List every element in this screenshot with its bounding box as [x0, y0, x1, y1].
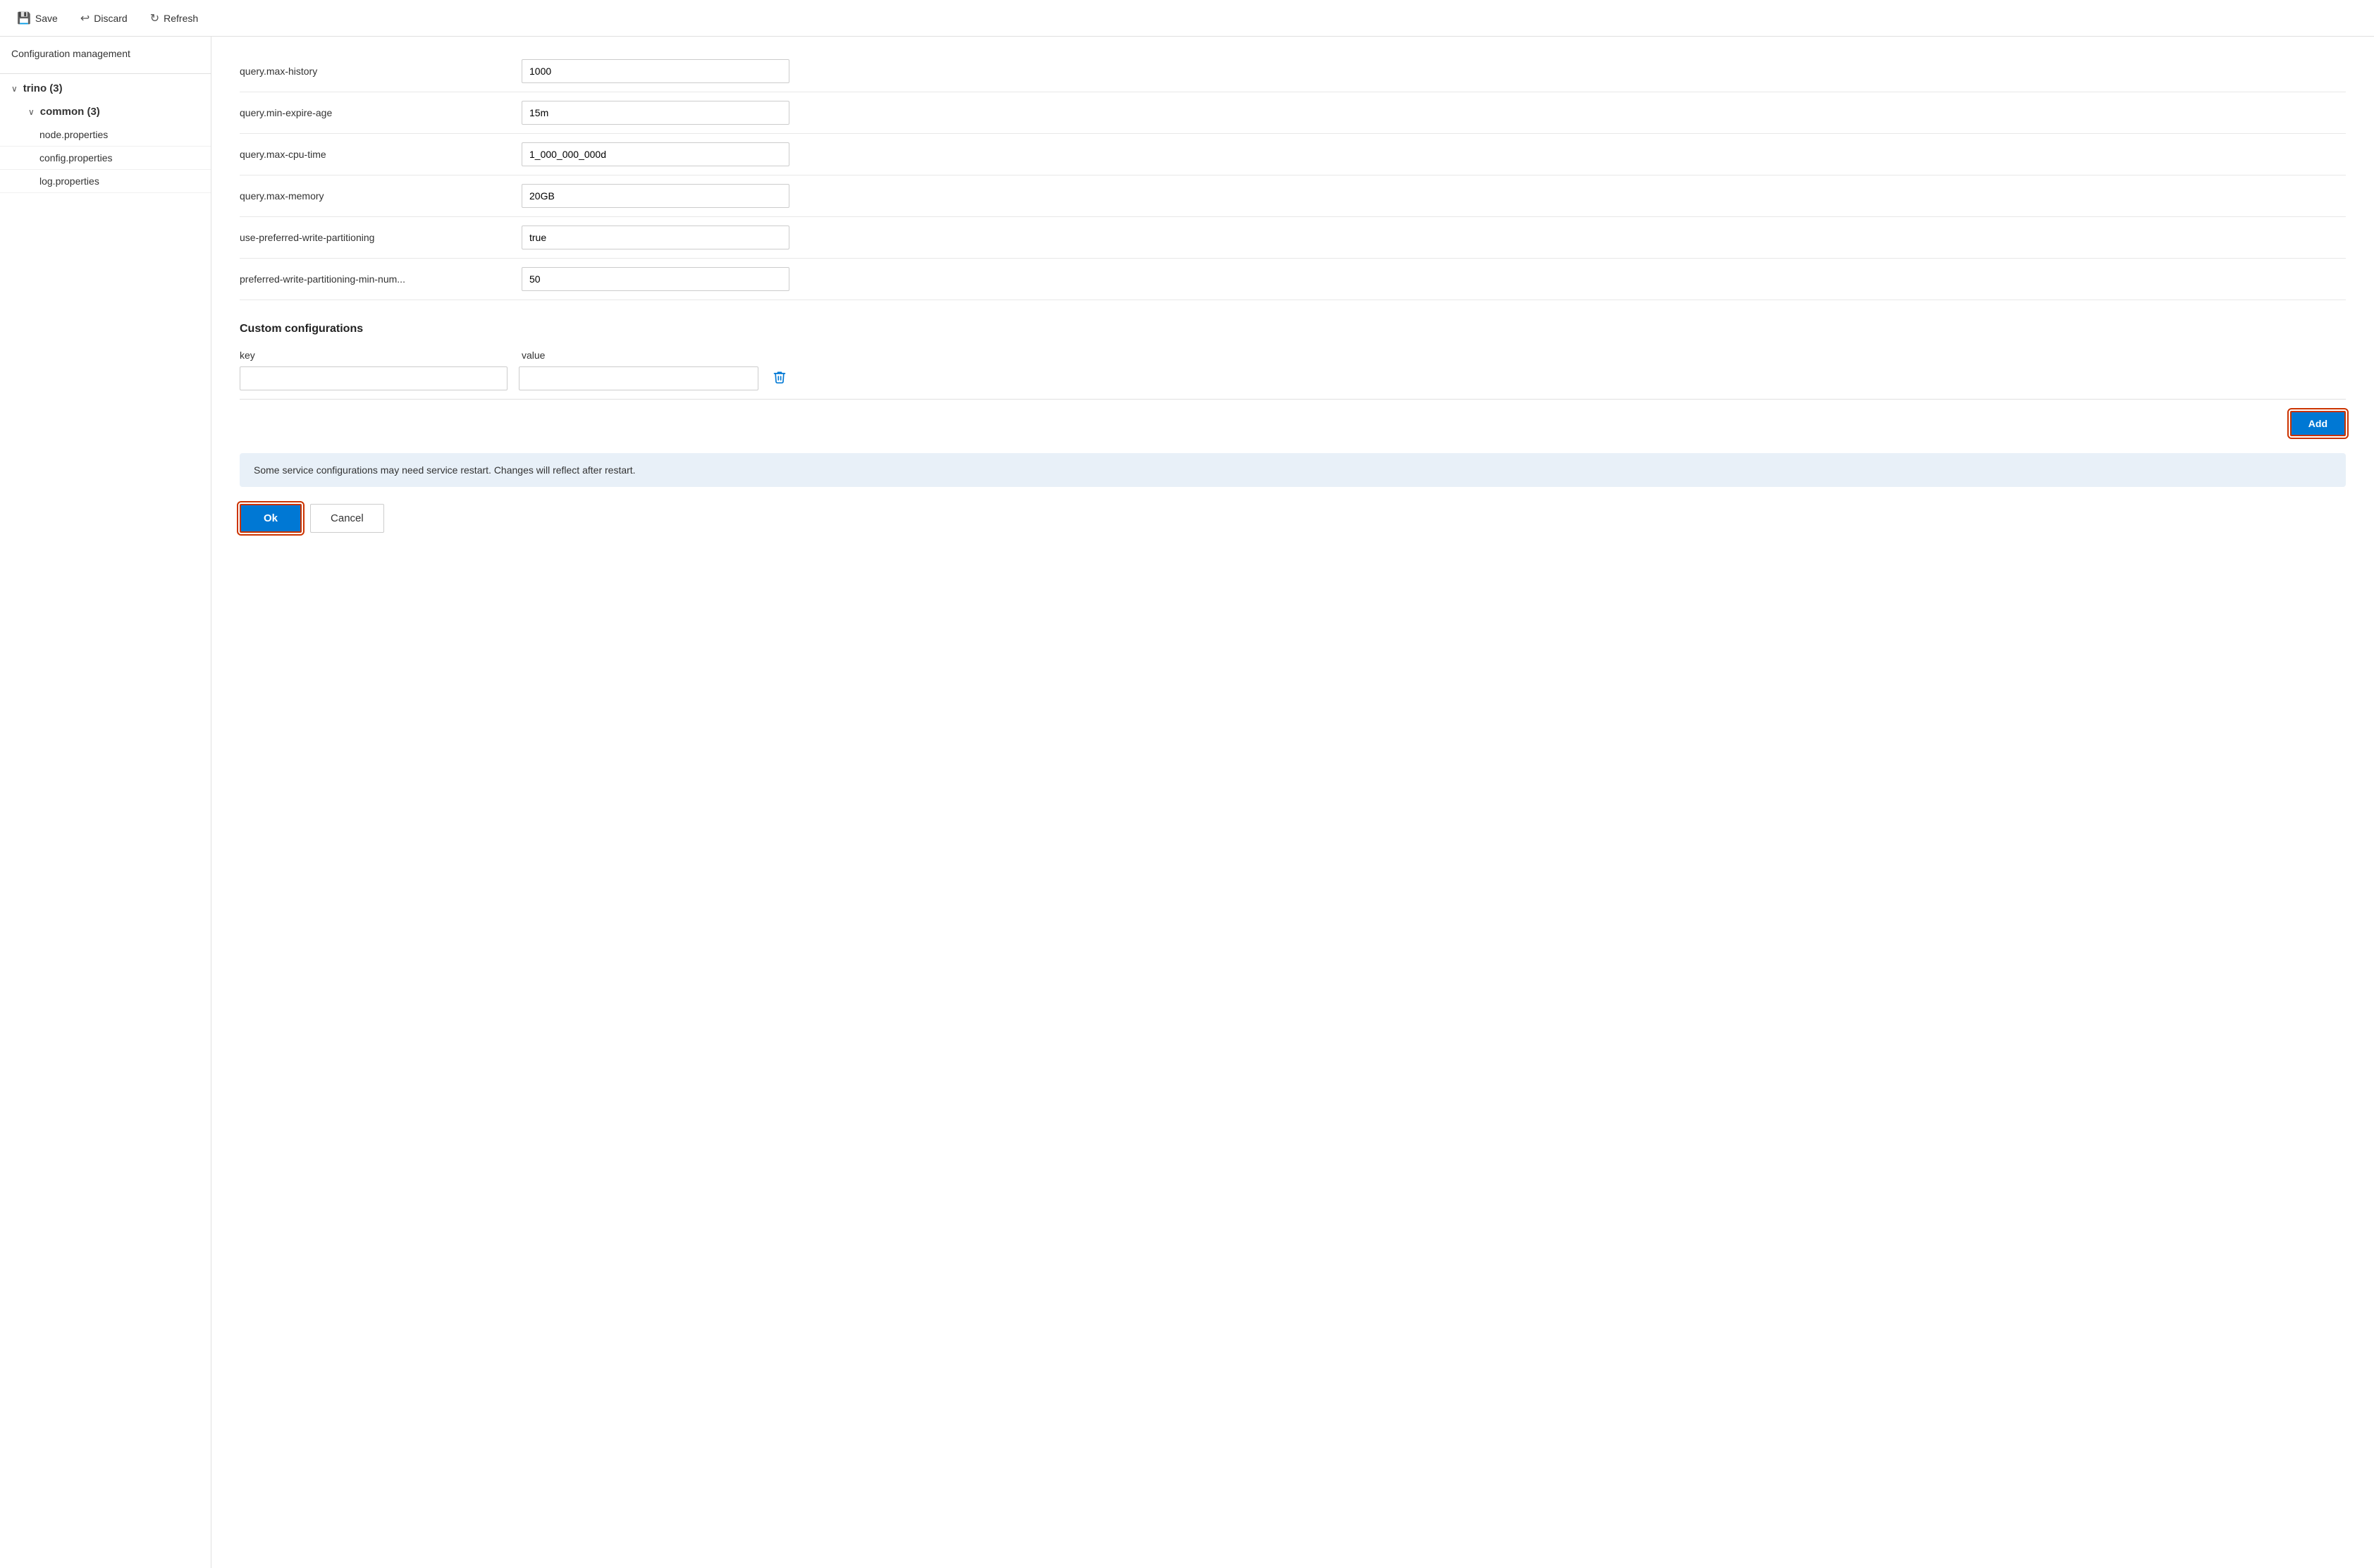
custom-config-row-0 — [240, 366, 2346, 390]
config-row-4: use-preferred-write-partitioning — [240, 217, 2346, 259]
config-key-2: query.max-cpu-time — [240, 149, 508, 160]
custom-config-headers: key value — [240, 350, 2346, 361]
ok-button[interactable]: Ok — [240, 504, 302, 533]
sidebar-item-common[interactable]: ∨ common (3) — [0, 100, 211, 123]
config-row-5: preferred-write-partitioning-min-num... — [240, 259, 2346, 300]
content-panel: query.max-history query.min-expire-age q… — [211, 37, 2374, 1568]
config-value-input-1[interactable] — [522, 101, 789, 125]
sidebar-title: Configuration management — [0, 48, 211, 70]
sidebar: Configuration management ∨ trino (3) ∨ c… — [0, 37, 211, 1568]
config-properties-label: config.properties — [39, 152, 113, 163]
chevron-down-icon-2: ∨ — [28, 107, 35, 117]
discard-button[interactable]: ↩ Discard — [75, 8, 133, 28]
config-value-input-4[interactable] — [522, 226, 789, 249]
add-button[interactable]: Add — [2290, 411, 2346, 436]
config-value-input-5[interactable] — [522, 267, 789, 291]
save-icon: 💾 — [17, 11, 31, 25]
config-key-4: use-preferred-write-partitioning — [240, 232, 508, 243]
toolbar: 💾 Save ↩ Discard ↻ Refresh — [0, 0, 2374, 37]
sidebar-item-node-properties[interactable]: node.properties — [0, 123, 211, 147]
trino-label: trino (3) — [23, 82, 63, 94]
config-rows: query.max-history query.min-expire-age q… — [240, 51, 2346, 300]
config-row-2: query.max-cpu-time — [240, 134, 2346, 175]
node-properties-label: node.properties — [39, 129, 108, 140]
save-button[interactable]: 💾 Save — [11, 8, 63, 28]
config-row-0: query.max-history — [240, 51, 2346, 92]
refresh-icon: ↻ — [150, 11, 159, 25]
save-label: Save — [35, 13, 58, 24]
config-key-1: query.min-expire-age — [240, 107, 508, 118]
custom-value-input-0[interactable] — [519, 366, 758, 390]
add-row-container: Add — [240, 399, 2346, 436]
info-banner: Some service configurations may need ser… — [240, 453, 2346, 487]
config-value-input-0[interactable] — [522, 59, 789, 83]
refresh-button[interactable]: ↻ Refresh — [144, 8, 204, 28]
custom-config-title: Custom configurations — [240, 323, 2346, 335]
refresh-label: Refresh — [164, 13, 198, 24]
custom-header-key: key — [240, 350, 508, 361]
sidebar-item-trino[interactable]: ∨ trino (3) — [0, 77, 211, 100]
config-value-input-3[interactable] — [522, 184, 789, 208]
custom-key-input-0[interactable] — [240, 366, 508, 390]
sidebar-item-config-properties[interactable]: config.properties — [0, 147, 211, 170]
main-layout: Configuration management ∨ trino (3) ∨ c… — [0, 37, 2374, 1568]
discard-icon: ↩ — [80, 11, 90, 25]
cancel-button[interactable]: Cancel — [310, 504, 384, 533]
config-row-3: query.max-memory — [240, 175, 2346, 217]
sidebar-divider — [0, 73, 211, 74]
config-value-input-2[interactable] — [522, 142, 789, 166]
action-buttons: Ok Cancel — [240, 504, 2346, 561]
info-banner-text: Some service configurations may need ser… — [254, 464, 636, 476]
common-label: common (3) — [40, 106, 100, 118]
config-key-0: query.max-history — [240, 66, 508, 77]
delete-row-button-0[interactable] — [770, 367, 789, 390]
sidebar-item-log-properties[interactable]: log.properties — [0, 170, 211, 193]
config-key-3: query.max-memory — [240, 190, 508, 202]
custom-config-section: Custom configurations key value — [240, 323, 2346, 436]
config-key-5: preferred-write-partitioning-min-num... — [240, 273, 508, 285]
chevron-down-icon: ∨ — [11, 84, 18, 94]
discard-label: Discard — [94, 13, 127, 24]
config-row-1: query.min-expire-age — [240, 92, 2346, 134]
log-properties-label: log.properties — [39, 175, 99, 187]
custom-header-value: value — [522, 350, 761, 361]
